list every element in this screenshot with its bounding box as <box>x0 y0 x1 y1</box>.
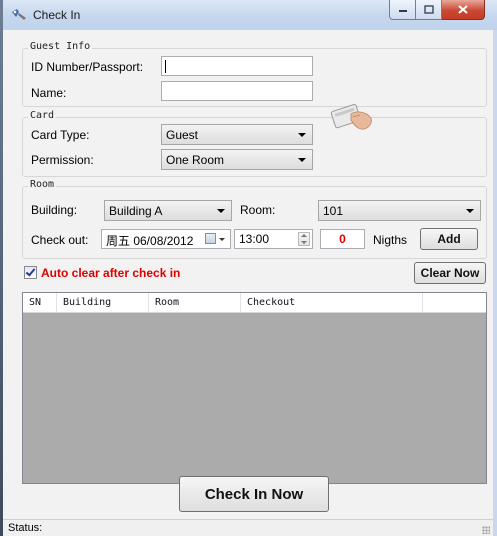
column-header-sn[interactable]: SN <box>23 293 57 312</box>
name-input[interactable] <box>161 81 313 101</box>
window-title: Check In <box>33 8 81 22</box>
card-type-label: Card Type: <box>31 128 90 142</box>
close-button[interactable] <box>442 0 485 20</box>
id-number-label: ID Number/Passport: <box>31 60 144 74</box>
chevron-down-icon <box>298 158 306 162</box>
text-caret <box>165 60 166 73</box>
room-label: Room: <box>240 203 276 217</box>
room-select[interactable]: 101 <box>318 200 481 221</box>
column-header-room[interactable]: Room <box>149 293 241 312</box>
window-right-edge <box>493 30 497 536</box>
permission-label: Permission: <box>31 153 94 167</box>
checkout-label: Check out: <box>31 233 89 247</box>
nights-input[interactable]: 0 <box>320 229 365 249</box>
auto-clear-label[interactable]: Auto clear after check in <box>41 266 180 280</box>
resize-grip-icon[interactable] <box>482 526 490 534</box>
card-type-value: Guest <box>166 128 199 142</box>
building-value: Building A <box>109 204 163 218</box>
room-legend: Room <box>28 179 57 190</box>
column-header-building[interactable]: Building <box>57 293 149 312</box>
minimize-icon <box>398 9 407 12</box>
checkout-date-picker[interactable]: 周五 06/08/2012 <box>101 229 231 249</box>
nights-label: Nigths <box>373 233 408 247</box>
room-value: 101 <box>323 204 344 218</box>
check-in-now-button[interactable]: Check In Now <box>179 476 329 512</box>
permission-select[interactable]: One Room <box>161 149 313 170</box>
title-bar[interactable]: Check In <box>3 0 497 30</box>
check-in-now-label: Check In Now <box>204 485 304 503</box>
maximize-button[interactable] <box>416 0 442 20</box>
checkin-table[interactable]: SN Building Room Checkout <box>22 292 487 484</box>
maximize-icon <box>423 5 434 14</box>
card-in-hand-icon <box>330 104 372 130</box>
spinner-arrows-icon[interactable] <box>298 232 310 246</box>
minimize-button[interactable] <box>389 0 416 20</box>
building-label: Building: <box>31 203 78 217</box>
key-icon <box>12 9 26 20</box>
chevron-down-icon <box>298 133 306 137</box>
building-select[interactable]: Building A <box>104 200 232 221</box>
table-header: SN Building Room Checkout <box>23 293 486 313</box>
add-button[interactable]: Add <box>420 228 478 250</box>
card-type-select[interactable]: Guest <box>161 124 313 145</box>
card-legend: Card <box>28 110 57 121</box>
column-header-checkout[interactable]: Checkout <box>241 293 423 312</box>
status-label: Status: <box>8 522 43 534</box>
auto-clear-checkbox[interactable] <box>24 266 37 279</box>
calendar-icon[interactable] <box>205 233 216 244</box>
name-label: Name: <box>31 86 67 100</box>
close-icon <box>458 5 468 14</box>
column-header-filler <box>423 293 486 312</box>
window-controls <box>389 0 485 20</box>
chevron-down-icon <box>217 209 225 213</box>
chevron-down-icon <box>466 209 474 213</box>
guest-info-legend: Guest Info <box>28 41 93 52</box>
add-button-label: Add <box>437 232 461 246</box>
chevron-down-icon <box>219 238 225 241</box>
checkout-date-value: 周五 06/08/2012 <box>106 234 194 248</box>
checkout-time-picker[interactable]: 13:00 <box>234 229 313 249</box>
permission-value: One Room <box>166 153 225 167</box>
clear-now-label: Clear Now <box>420 266 480 280</box>
id-number-input[interactable] <box>161 56 313 76</box>
status-bar: Status: <box>3 519 493 536</box>
clear-now-button[interactable]: Clear Now <box>414 262 486 284</box>
nights-value: 0 <box>339 232 346 246</box>
checkout-time-value: 13:00 <box>239 232 270 246</box>
